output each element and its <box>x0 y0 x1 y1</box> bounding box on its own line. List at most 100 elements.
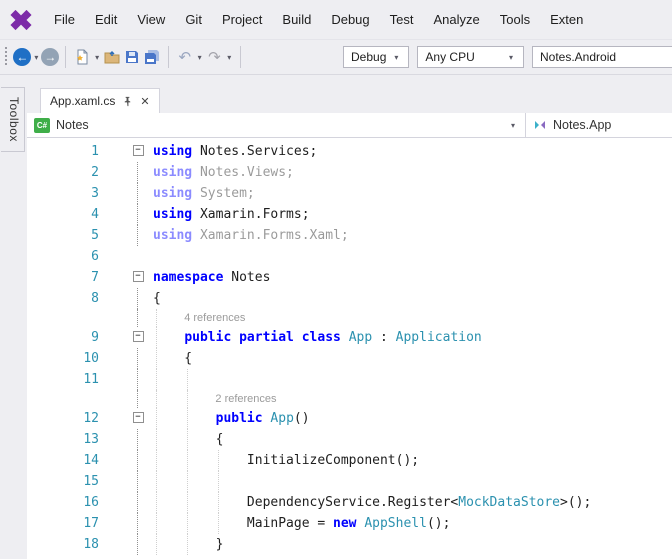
type-dropdown[interactable]: Notes.App <box>526 113 672 137</box>
code-line: 7 − namespace Notes <box>27 267 672 288</box>
code-content[interactable]: namespace Notes <box>147 267 672 288</box>
codelens-text[interactable]: 4 references <box>147 309 672 327</box>
toolbar: ← ▾ → ▾ ↶ ▾ ↷ ▾ Debug ▾ Any CPU ▾ Notes.… <box>0 40 672 75</box>
code-line: 12 − public App() <box>27 408 672 429</box>
code-content[interactable] <box>147 246 672 267</box>
breakpoint-margin[interactable] <box>99 492 129 513</box>
code-line: 6 <box>27 246 672 267</box>
breakpoint-margin[interactable] <box>99 204 129 225</box>
left-dock-strip: Toolbox <box>0 75 27 559</box>
code-content[interactable]: { <box>147 288 672 309</box>
code-content[interactable]: InitializeComponent(); <box>147 450 672 471</box>
toolbox-tab[interactable]: Toolbox <box>1 87 25 152</box>
code-content[interactable] <box>147 471 672 492</box>
undo-dropdown-caret-icon[interactable]: ▾ <box>198 53 202 62</box>
visual-studio-logo-icon <box>10 9 32 30</box>
breakpoint-margin[interactable] <box>99 429 129 450</box>
menu-item-analyze[interactable]: Analyze <box>423 0 489 39</box>
menu-item-file[interactable]: File <box>44 0 85 39</box>
breakpoint-margin[interactable] <box>99 348 129 369</box>
line-number: 16 <box>83 495 99 510</box>
line-number <box>27 309 99 327</box>
code-content[interactable]: DependencyService.Register<MockDataStore… <box>147 492 672 513</box>
code-line: 9 − public partial class App : Applicatio… <box>27 327 672 348</box>
project-dropdown[interactable]: C# Notes ▾ <box>27 113 525 137</box>
code-content[interactable] <box>147 369 672 390</box>
undo-icon: ↶ <box>178 49 192 66</box>
code-content[interactable]: using System; <box>147 183 672 204</box>
close-icon[interactable]: ✕ <box>140 95 149 108</box>
code-content[interactable]: using Notes.Services; <box>147 141 672 162</box>
fold-margin <box>129 309 147 327</box>
new-file-dropdown-caret-icon[interactable]: ▾ <box>95 53 99 62</box>
save-button[interactable] <box>124 47 140 67</box>
solution-configuration-dropdown[interactable]: Debug ▾ <box>343 46 410 68</box>
fold-collapse-button[interactable]: − <box>129 408 147 429</box>
breakpoint-margin[interactable] <box>99 408 129 429</box>
navigate-forward-button[interactable]: → <box>41 48 60 66</box>
breakpoint-margin[interactable] <box>99 267 129 288</box>
menu-item-view[interactable]: View <box>127 0 175 39</box>
breakpoint-margin[interactable] <box>99 534 129 555</box>
breakpoint-margin[interactable] <box>99 471 129 492</box>
code-content[interactable]: public partial class App : Application <box>147 327 672 348</box>
breakpoint-margin[interactable] <box>99 141 129 162</box>
startup-project-value: Notes.Android <box>540 50 617 64</box>
new-file-button[interactable] <box>74 47 90 67</box>
breadcrumb-bar: C# Notes ▾ Notes.App <box>27 113 672 138</box>
undo-button[interactable]: ↶ <box>177 47 193 67</box>
menu-item-exten[interactable]: Exten <box>540 0 593 39</box>
breakpoint-margin[interactable] <box>99 450 129 471</box>
fold-margin <box>129 492 147 513</box>
breakpoint-margin[interactable] <box>99 369 129 390</box>
menu-item-edit[interactable]: Edit <box>85 0 127 39</box>
toolbar-drag-grip[interactable] <box>5 47 8 67</box>
code-content[interactable]: { <box>147 348 672 369</box>
breakpoint-margin[interactable] <box>99 390 129 408</box>
code-content[interactable]: } <box>147 534 672 555</box>
menu-item-debug[interactable]: Debug <box>321 0 379 39</box>
fold-collapse-button[interactable]: − <box>129 141 147 162</box>
toolbar-separator <box>65 46 67 68</box>
code-content[interactable]: public App() <box>147 408 672 429</box>
code-content[interactable]: { <box>147 429 672 450</box>
menu-item-build[interactable]: Build <box>272 0 321 39</box>
breakpoint-margin[interactable] <box>99 288 129 309</box>
line-number: 15 <box>83 474 99 489</box>
menu-item-project[interactable]: Project <box>212 0 272 39</box>
navigate-back-dropdown-caret-icon[interactable]: ▾ <box>34 53 38 62</box>
code-content[interactable]: using Xamarin.Forms; <box>147 204 672 225</box>
save-all-button[interactable] <box>144 47 160 67</box>
redo-dropdown-caret-icon[interactable]: ▾ <box>227 53 231 62</box>
solution-platform-value: Any CPU <box>425 50 475 64</box>
breakpoint-margin[interactable] <box>99 327 129 348</box>
line-number <box>27 390 99 408</box>
navigate-back-button[interactable]: ← <box>13 48 32 66</box>
menu-item-test[interactable]: Test <box>380 0 424 39</box>
pin-icon[interactable] <box>122 96 133 107</box>
open-folder-icon <box>104 51 120 64</box>
breakpoint-margin[interactable] <box>99 225 129 246</box>
code-content[interactable]: MainPage = new AppShell(); <box>147 513 672 534</box>
code-line: 2 using Notes.Views; <box>27 162 672 183</box>
breakpoint-margin[interactable] <box>99 513 129 534</box>
document-tab-app-xaml-cs[interactable]: App.xaml.cs ✕ <box>40 88 160 113</box>
fold-collapse-button[interactable]: − <box>129 327 147 348</box>
code-content[interactable]: using Xamarin.Forms.Xaml; <box>147 225 672 246</box>
menu-bar-items: File Edit View Git Project Build Debug Test Anal… <box>44 0 672 39</box>
breakpoint-margin[interactable] <box>99 309 129 327</box>
open-file-button[interactable] <box>104 47 120 67</box>
fold-collapse-button[interactable]: − <box>129 267 147 288</box>
codelens-text[interactable]: 2 references <box>147 390 672 408</box>
menu-item-git[interactable]: Git <box>175 0 212 39</box>
startup-project-dropdown[interactable]: Notes.Android <box>532 46 672 68</box>
redo-button[interactable]: ↷ <box>207 47 223 67</box>
code-editor[interactable]: 1− using Notes.Services; 2 using Notes.View… <box>27 138 672 559</box>
menu-item-tools[interactable]: Tools <box>490 0 540 39</box>
breakpoint-margin[interactable] <box>99 162 129 183</box>
code-line: 5 using Xamarin.Forms.Xaml; <box>27 225 672 246</box>
breakpoint-margin[interactable] <box>99 246 129 267</box>
solution-platform-dropdown[interactable]: Any CPU ▾ <box>417 46 524 68</box>
code-content[interactable]: using Notes.Views; <box>147 162 672 183</box>
breakpoint-margin[interactable] <box>99 183 129 204</box>
